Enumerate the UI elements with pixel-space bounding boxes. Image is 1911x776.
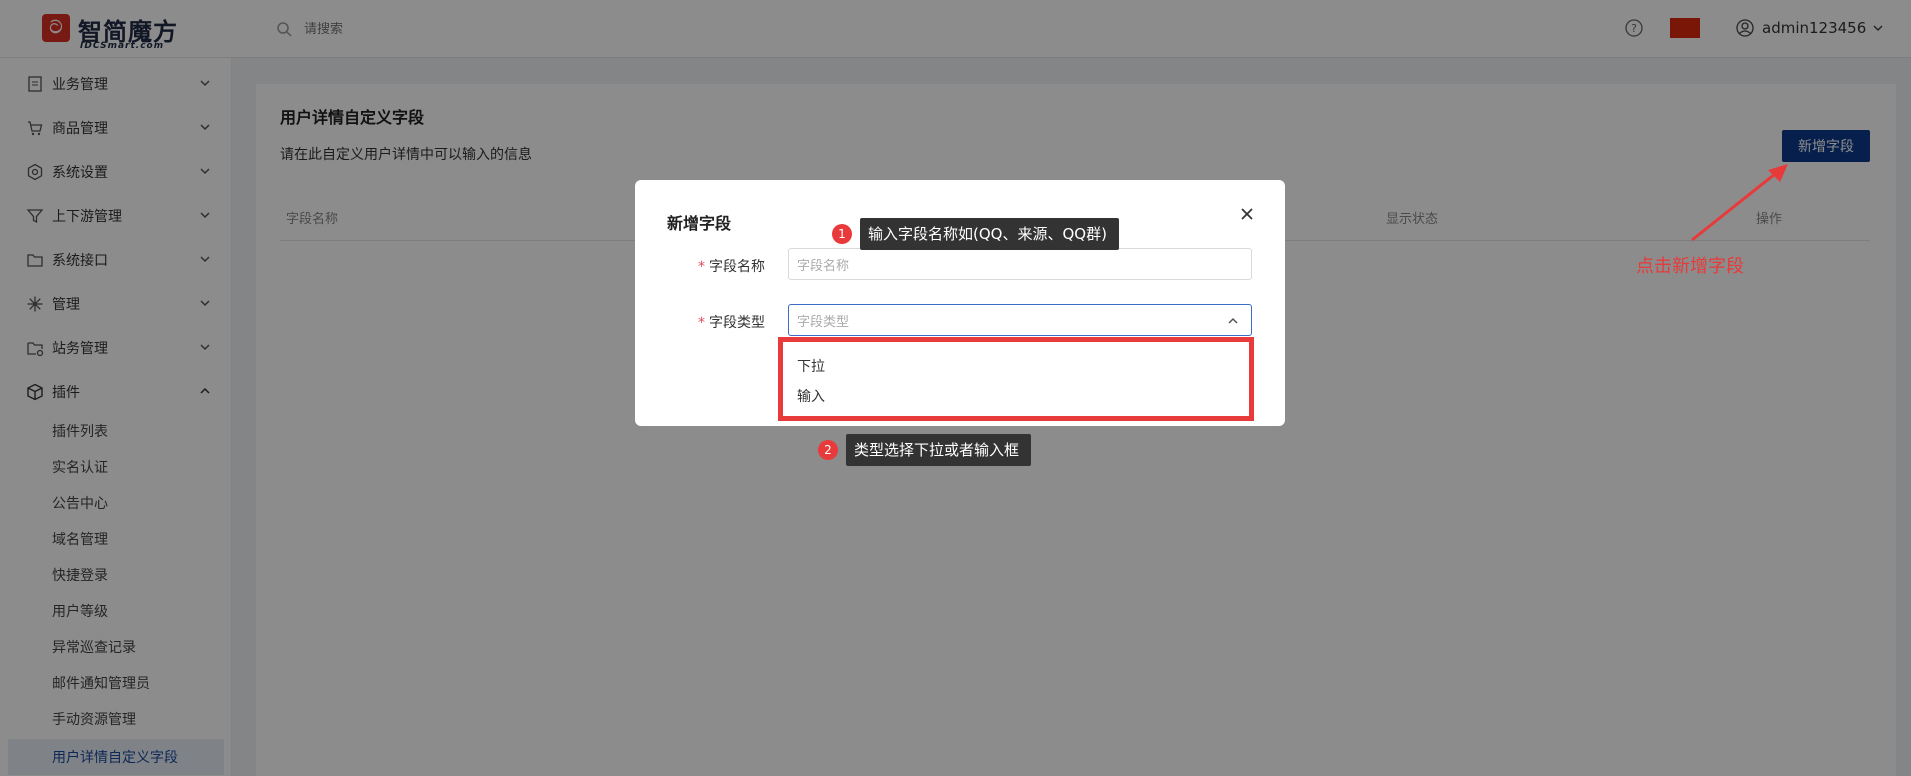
- red-arrow-icon: [1691, 164, 1788, 242]
- chevron-up-icon: [1228, 317, 1238, 324]
- dropdown-option-input[interactable]: 输入: [797, 386, 825, 406]
- annotation-number-1: 1: [832, 224, 852, 244]
- annotation-tip-1: 输入字段名称如(QQ、来源、QQ群): [860, 218, 1119, 250]
- field-type-dropdown: 下拉 输入: [778, 337, 1254, 421]
- dialog-title: 新增字段: [667, 214, 732, 233]
- field-type-select[interactable]: 字段类型: [788, 304, 1252, 336]
- annotation-number-2: 2: [818, 440, 838, 460]
- dropdown-option-dropdown[interactable]: 下拉: [797, 356, 825, 376]
- field-name-label: * 字段名称: [698, 259, 765, 275]
- annotation-tip-2: 类型选择下拉或者输入框: [846, 434, 1032, 466]
- close-icon[interactable]: [1239, 206, 1255, 222]
- field-name-input[interactable]: 字段名称: [788, 248, 1252, 280]
- annotation-note: 点击新增字段: [1636, 256, 1744, 277]
- field-type-label: * 字段类型: [698, 315, 765, 331]
